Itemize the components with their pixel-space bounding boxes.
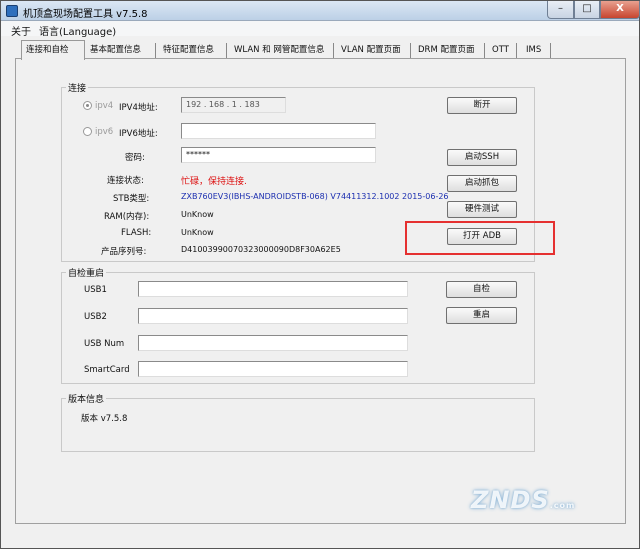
restart-button[interactable]: 重启 [446,307,517,324]
adb-highlight-box [405,221,555,255]
ipv4-label: IPV4地址: [119,103,158,113]
serial-number-value: D41003990070323000090D8F30A62E5 [181,245,341,254]
ram-label: RAM(内存): [104,212,150,222]
smartcard-field[interactable] [138,361,408,377]
connection-status-label: 连接状态: [107,176,144,186]
usb-num-field[interactable] [138,335,408,351]
tab-connection-selfcheck[interactable]: 连接和自检 [21,40,85,60]
ipv6-address-field[interactable] [181,123,376,139]
close-button[interactable]: X [600,1,640,19]
start-ssh-button[interactable]: 启动SSH [447,149,517,166]
version-text: 版本 v7.5.8 [81,414,128,424]
password-field[interactable]: ****** [181,147,376,163]
tab-feature-config[interactable]: 特征配置信息 [160,43,227,59]
app-icon [6,5,18,17]
usb2-label: USB2 [84,312,107,322]
menu-about[interactable]: 关于 [11,23,31,38]
ipv4-radio[interactable] [83,101,92,110]
window-title: 机顶盒现场配置工具 v7.5.8 [23,9,148,20]
menu-language[interactable]: 语言(Language) [39,23,116,38]
tab-basic-config[interactable]: 基本配置信息 [87,43,156,59]
version-group: 版本信息 [61,392,535,452]
watermark-logo: ZNDS.com [471,486,611,526]
ipv6-radio-label: ipv6 [95,127,114,137]
ipv6-radio[interactable] [83,127,92,136]
tab-drm-config[interactable]: DRM 配置页面 [415,43,485,59]
usb2-field[interactable] [138,308,408,324]
connection-group-label: 连接 [66,81,89,94]
stb-type-label: STB类型: [113,194,150,204]
minimize-button[interactable]: – [547,1,574,19]
serial-number-label: 产品序列号: [101,247,147,257]
start-capture-button[interactable]: 启动抓包 [447,175,517,192]
app-window: 机顶盒现场配置工具 v7.5.8 – □ X 关于 语言(Language) 连… [0,0,640,549]
connection-status-value: 忙碌，保持连接. [181,177,247,187]
usb1-field[interactable] [138,281,408,297]
title-bar: 机顶盒现场配置工具 v7.5.8 – □ X [1,1,640,21]
password-label: 密码: [125,153,145,163]
maximize-button[interactable]: □ [574,1,600,19]
ipv6-label: IPV6地址: [119,129,158,139]
tab-wlan-nms-config[interactable]: WLAN 和 网管配置信息 [231,43,334,59]
ipv4-radio-label: ipv4 [95,101,114,111]
usb1-label: USB1 [84,285,107,295]
version-group-label: 版本信息 [66,392,107,405]
stb-type-value: ZXB760EV3(IBHS-ANDROIDSTB-068) V74411312… [181,192,449,201]
ipv4-address-field[interactable]: 192 . 168 . 1 . 183 [181,97,286,113]
selfcheck-group-label: 自检重启 [66,266,107,279]
hardware-test-button[interactable]: 硬件测试 [447,201,517,218]
menu-bar: 关于 语言(Language) [1,21,639,38]
disconnect-button[interactable]: 断开 [447,97,517,114]
ram-value: UnKnow [181,210,214,219]
tab-strip: 连接和自检 基本配置信息 特征配置信息 WLAN 和 网管配置信息 VLAN 配… [1,39,639,60]
selfcheck-button[interactable]: 自检 [446,281,517,298]
usb-num-label: USB Num [84,339,125,349]
tab-ott[interactable]: OTT [489,43,517,59]
watermark-text: ZNDS [471,486,550,514]
smartcard-label: SmartCard [84,365,130,375]
flash-value: UnKnow [181,228,214,237]
flash-label: FLASH: [121,228,152,238]
watermark-sub: .com [549,501,576,510]
tab-ims[interactable]: IMS [523,43,551,59]
tab-vlan-config[interactable]: VLAN 配置页面 [338,43,411,59]
